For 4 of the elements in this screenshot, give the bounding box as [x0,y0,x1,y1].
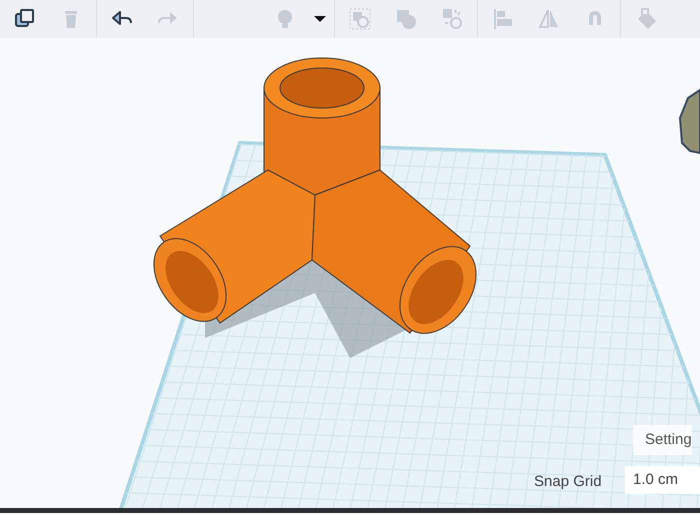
settings-button[interactable]: Setting [633,425,692,455]
snap-grid-field[interactable]: 1.0 cm [625,466,700,494]
snap-grid-label: Snap Grid [534,472,602,492]
shape-drawing [678,88,700,154]
